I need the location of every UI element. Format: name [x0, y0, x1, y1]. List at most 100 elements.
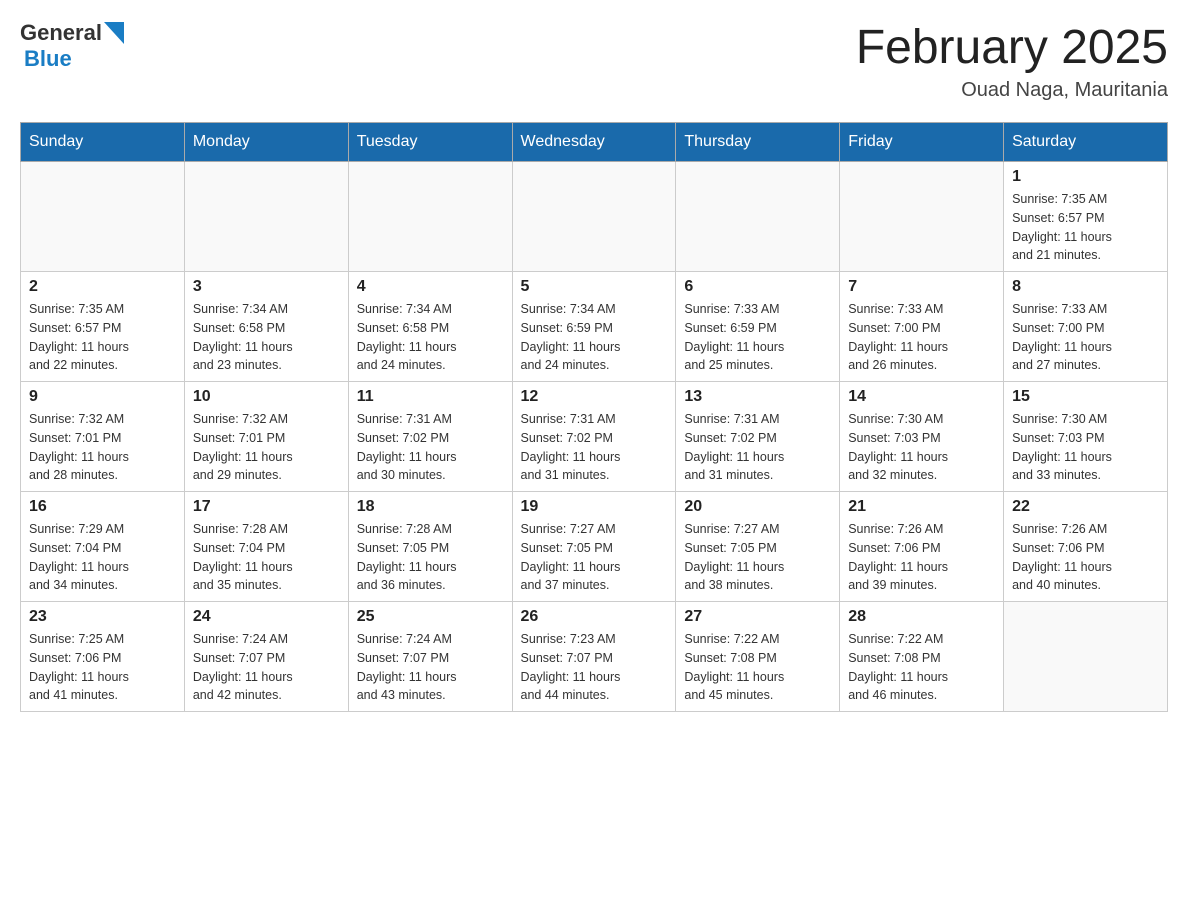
- calendar-cell: 14 Sunrise: 7:30 AM Sunset: 7:03 PM Dayli…: [840, 382, 1004, 492]
- calendar-cell: 25 Sunrise: 7:24 AM Sunset: 7:07 PM Dayli…: [348, 602, 512, 712]
- calendar-cell: 18Sunrise: 7:28 AM Sunset: 7:05 PM Dayli…: [348, 492, 512, 602]
- logo: General Blue: [20, 20, 124, 72]
- calendar-cell: [1004, 602, 1168, 712]
- calendar-cell: 26 Sunrise: 7:23 AM Sunset: 7:07 PM Dayli…: [512, 602, 676, 712]
- calendar-cell: 1Sunrise: 7:35 AM Sunset: 6:57 PM Daylig…: [1004, 162, 1168, 272]
- day-number: 13: [684, 388, 831, 406]
- day-info: Sunrise: 7:27 AM Sunset: 7:05 PM Dayligh…: [684, 520, 831, 595]
- calendar-cell: 7 Sunrise: 7:33 AM Sunset: 7:00 PM Daylig…: [840, 272, 1004, 382]
- day-info: Sunrise: 7:34 AM Sunset: 6:58 PM Dayligh…: [357, 300, 504, 375]
- week-row-5: 23Sunrise: 7:25 AM Sunset: 7:06 PM Dayli…: [21, 602, 1168, 712]
- day-number: 28: [848, 608, 995, 626]
- month-title: February 2025: [856, 20, 1168, 75]
- day-info: Sunrise: 7:31 AM Sunset: 7:02 PM Dayligh…: [684, 410, 831, 485]
- day-number: 9: [29, 388, 176, 406]
- calendar-cell: [840, 162, 1004, 272]
- day-number: 19: [521, 498, 668, 516]
- calendar-cell: 2 Sunrise: 7:35 AM Sunset: 6:57 PM Daylig…: [21, 272, 185, 382]
- day-info: Sunrise: 7:34 AM Sunset: 6:58 PM Dayligh…: [193, 300, 340, 375]
- weekday-header-thursday: Thursday: [676, 123, 840, 162]
- day-number: 21: [848, 498, 995, 516]
- weekday-header-tuesday: Tuesday: [348, 123, 512, 162]
- day-number: 1: [1012, 168, 1159, 186]
- day-info: Sunrise: 7:26 AM Sunset: 7:06 PM Dayligh…: [848, 520, 995, 595]
- day-info: Sunrise: 7:29 AM Sunset: 7:04 PM Dayligh…: [29, 520, 176, 595]
- week-row-4: 16Sunrise: 7:29 AM Sunset: 7:04 PM Dayli…: [21, 492, 1168, 602]
- day-number: 27: [684, 608, 831, 626]
- calendar-cell: 13 Sunrise: 7:31 AM Sunset: 7:02 PM Dayli…: [676, 382, 840, 492]
- day-number: 8: [1012, 278, 1159, 296]
- calendar-cell: 27 Sunrise: 7:22 AM Sunset: 7:08 PM Dayli…: [676, 602, 840, 712]
- day-number: 22: [1012, 498, 1159, 516]
- day-info: Sunrise: 7:31 AM Sunset: 7:02 PM Dayligh…: [357, 410, 504, 485]
- day-info: Sunrise: 7:22 AM Sunset: 7:08 PM Dayligh…: [684, 630, 831, 705]
- day-number: 26: [521, 608, 668, 626]
- week-row-3: 9 Sunrise: 7:32 AM Sunset: 7:01 PM Daylig…: [21, 382, 1168, 492]
- calendar-cell: 11 Sunrise: 7:31 AM Sunset: 7:02 PM Dayli…: [348, 382, 512, 492]
- calendar-cell: 23Sunrise: 7:25 AM Sunset: 7:06 PM Dayli…: [21, 602, 185, 712]
- calendar-cell: [512, 162, 676, 272]
- calendar-cell: 17 Sunrise: 7:28 AM Sunset: 7:04 PM Dayli…: [184, 492, 348, 602]
- day-info: Sunrise: 7:33 AM Sunset: 6:59 PM Dayligh…: [684, 300, 831, 375]
- day-number: 12: [521, 388, 668, 406]
- calendar-cell: 16Sunrise: 7:29 AM Sunset: 7:04 PM Dayli…: [21, 492, 185, 602]
- weekday-header-friday: Friday: [840, 123, 1004, 162]
- day-info: Sunrise: 7:24 AM Sunset: 7:07 PM Dayligh…: [193, 630, 340, 705]
- calendar-cell: 8 Sunrise: 7:33 AM Sunset: 7:00 PM Daylig…: [1004, 272, 1168, 382]
- weekday-header-sunday: Sunday: [21, 123, 185, 162]
- weekday-header-monday: Monday: [184, 123, 348, 162]
- day-number: 6: [684, 278, 831, 296]
- calendar-cell: 5Sunrise: 7:34 AM Sunset: 6:59 PM Daylig…: [512, 272, 676, 382]
- logo-triangle-icon: [104, 22, 124, 44]
- day-info: Sunrise: 7:31 AM Sunset: 7:02 PM Dayligh…: [521, 410, 668, 485]
- calendar-cell: 4 Sunrise: 7:34 AM Sunset: 6:58 PM Daylig…: [348, 272, 512, 382]
- calendar-cell: 20 Sunrise: 7:27 AM Sunset: 7:05 PM Dayli…: [676, 492, 840, 602]
- day-info: Sunrise: 7:27 AM Sunset: 7:05 PM Dayligh…: [521, 520, 668, 595]
- calendar-cell: 21 Sunrise: 7:26 AM Sunset: 7:06 PM Dayli…: [840, 492, 1004, 602]
- calendar-cell: [348, 162, 512, 272]
- day-info: Sunrise: 7:24 AM Sunset: 7:07 PM Dayligh…: [357, 630, 504, 705]
- day-number: 20: [684, 498, 831, 516]
- calendar-cell: 22 Sunrise: 7:26 AM Sunset: 7:06 PM Dayli…: [1004, 492, 1168, 602]
- day-info: Sunrise: 7:23 AM Sunset: 7:07 PM Dayligh…: [521, 630, 668, 705]
- day-number: 7: [848, 278, 995, 296]
- day-number: 14: [848, 388, 995, 406]
- calendar-cell: [676, 162, 840, 272]
- day-info: Sunrise: 7:30 AM Sunset: 7:03 PM Dayligh…: [1012, 410, 1159, 485]
- day-number: 4: [357, 278, 504, 296]
- day-info: Sunrise: 7:22 AM Sunset: 7:08 PM Dayligh…: [848, 630, 995, 705]
- day-number: 11: [357, 388, 504, 406]
- weekday-header-wednesday: Wednesday: [512, 123, 676, 162]
- day-info: Sunrise: 7:28 AM Sunset: 7:04 PM Dayligh…: [193, 520, 340, 595]
- weekday-header-row: SundayMondayTuesdayWednesdayThursdayFrid…: [21, 123, 1168, 162]
- day-info: Sunrise: 7:35 AM Sunset: 6:57 PM Dayligh…: [29, 300, 176, 375]
- logo-blue-text: Blue: [24, 46, 72, 71]
- day-info: Sunrise: 7:33 AM Sunset: 7:00 PM Dayligh…: [1012, 300, 1159, 375]
- day-number: 24: [193, 608, 340, 626]
- day-info: Sunrise: 7:33 AM Sunset: 7:00 PM Dayligh…: [848, 300, 995, 375]
- day-number: 2: [29, 278, 176, 296]
- calendar-cell: [184, 162, 348, 272]
- day-number: 25: [357, 608, 504, 626]
- week-row-2: 2 Sunrise: 7:35 AM Sunset: 6:57 PM Daylig…: [21, 272, 1168, 382]
- weekday-header-saturday: Saturday: [1004, 123, 1168, 162]
- calendar-cell: 10Sunrise: 7:32 AM Sunset: 7:01 PM Dayli…: [184, 382, 348, 492]
- week-row-1: 1Sunrise: 7:35 AM Sunset: 6:57 PM Daylig…: [21, 162, 1168, 272]
- title-section: February 2025 Ouad Naga, Mauritania: [856, 20, 1168, 102]
- page-header: General Blue February 2025 Ouad Naga, Ma…: [20, 20, 1168, 102]
- day-number: 15: [1012, 388, 1159, 406]
- day-info: Sunrise: 7:26 AM Sunset: 7:06 PM Dayligh…: [1012, 520, 1159, 595]
- logo-general-text: General: [20, 20, 102, 46]
- day-number: 17: [193, 498, 340, 516]
- calendar-cell: 3 Sunrise: 7:34 AM Sunset: 6:58 PM Daylig…: [184, 272, 348, 382]
- calendar-cell: 19 Sunrise: 7:27 AM Sunset: 7:05 PM Dayli…: [512, 492, 676, 602]
- day-number: 18: [357, 498, 504, 516]
- calendar-cell: 9 Sunrise: 7:32 AM Sunset: 7:01 PM Daylig…: [21, 382, 185, 492]
- calendar-cell: 12 Sunrise: 7:31 AM Sunset: 7:02 PM Dayli…: [512, 382, 676, 492]
- day-number: 10: [193, 388, 340, 406]
- day-info: Sunrise: 7:32 AM Sunset: 7:01 PM Dayligh…: [29, 410, 176, 485]
- calendar-table: SundayMondayTuesdayWednesdayThursdayFrid…: [20, 122, 1168, 712]
- day-number: 3: [193, 278, 340, 296]
- day-number: 5: [521, 278, 668, 296]
- day-info: Sunrise: 7:30 AM Sunset: 7:03 PM Dayligh…: [848, 410, 995, 485]
